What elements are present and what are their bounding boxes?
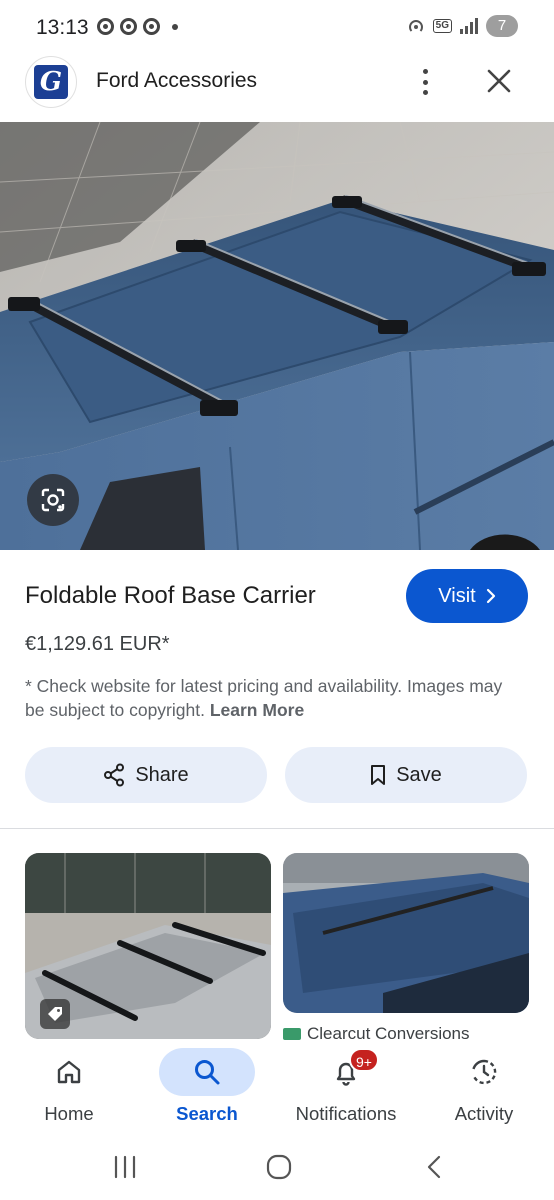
back-icon <box>427 1155 441 1179</box>
close-icon[interactable] <box>484 66 514 96</box>
save-label: Save <box>396 763 442 786</box>
search-icon <box>195 1060 220 1085</box>
app-header: G Ford Accessories <box>0 54 554 122</box>
network-type: 5G <box>432 19 452 33</box>
product-tag-icon <box>40 999 70 1029</box>
related-van-image <box>283 853 529 1013</box>
recent-apps-icon <box>114 1155 136 1179</box>
notification-icons <box>97 18 178 35</box>
chevron-right-icon <box>486 588 495 604</box>
nav-notifications[interactable]: 9+ Notifications <box>281 1040 411 1136</box>
source-favicon-icon <box>283 1028 301 1040</box>
share-button[interactable]: Share <box>25 747 267 803</box>
nav-notifications-label: Notifications <box>295 1103 397 1124</box>
nav-search[interactable]: Search <box>142 1040 272 1136</box>
related-image-card[interactable] <box>283 853 529 1013</box>
bottom-navigation: Home Search 9+ Notifications Activity <box>0 1040 554 1136</box>
site-title[interactable]: Ford Accessories <box>96 69 257 93</box>
lens-icon <box>41 488 65 512</box>
home-system-button[interactable] <box>259 1150 299 1184</box>
status-bar: 13:13 5G 7 <box>0 0 554 54</box>
disclaimer-text: * Check website for latest pricing and a… <box>25 674 515 722</box>
product-price: €1,129.61 EUR* <box>25 633 170 655</box>
nav-activity[interactable]: Activity <box>419 1040 549 1136</box>
google-lens-button[interactable] <box>27 474 79 526</box>
ford-logo-icon: G <box>34 65 68 99</box>
nav-home-icon-container <box>21 1048 117 1096</box>
nav-search-label: Search <box>176 1103 238 1124</box>
learn-more-link[interactable]: Learn More <box>210 700 304 720</box>
home-icon <box>57 1060 81 1084</box>
system-navigation-bar <box>0 1136 554 1200</box>
save-button[interactable]: Save <box>285 747 527 803</box>
battery-indicator: 7 <box>486 15 518 37</box>
signal-icon <box>460 18 478 34</box>
nav-activity-icon-container <box>436 1048 532 1096</box>
visit-label: Visit <box>438 584 476 607</box>
back-button[interactable] <box>414 1150 454 1184</box>
recent-apps-button[interactable] <box>105 1150 145 1184</box>
van-roof-illustration <box>0 122 554 550</box>
bookmark-icon <box>371 765 386 785</box>
nav-search-icon-container <box>159 1048 255 1096</box>
notification-badge: 9+ <box>349 1048 379 1072</box>
activity-icon <box>472 1059 497 1085</box>
chrome-notification-icon <box>143 18 160 35</box>
nav-activity-label: Activity <box>454 1103 514 1124</box>
home-circle-icon <box>266 1154 292 1180</box>
nav-notifications-icon-container <box>298 1048 394 1096</box>
share-label: Share <box>135 763 189 786</box>
hotspot-icon <box>408 20 423 32</box>
chrome-notification-icon <box>97 18 114 35</box>
product-title: Foldable Roof Base Carrier <box>25 582 316 609</box>
nav-home[interactable]: Home <box>4 1040 134 1136</box>
visit-button[interactable]: Visit <box>406 569 528 623</box>
product-image[interactable] <box>0 122 554 550</box>
related-image-card[interactable] <box>25 853 271 1039</box>
site-logo[interactable]: G <box>25 56 77 108</box>
share-icon <box>104 763 125 787</box>
system-status-icons: 5G 7 <box>407 15 518 37</box>
more-options-icon[interactable] <box>414 66 436 98</box>
status-time: 13:13 <box>36 16 89 39</box>
nav-home-label: Home <box>44 1103 94 1124</box>
section-divider <box>0 828 554 829</box>
chrome-notification-icon <box>120 18 137 35</box>
more-notifications-dot <box>172 23 178 30</box>
